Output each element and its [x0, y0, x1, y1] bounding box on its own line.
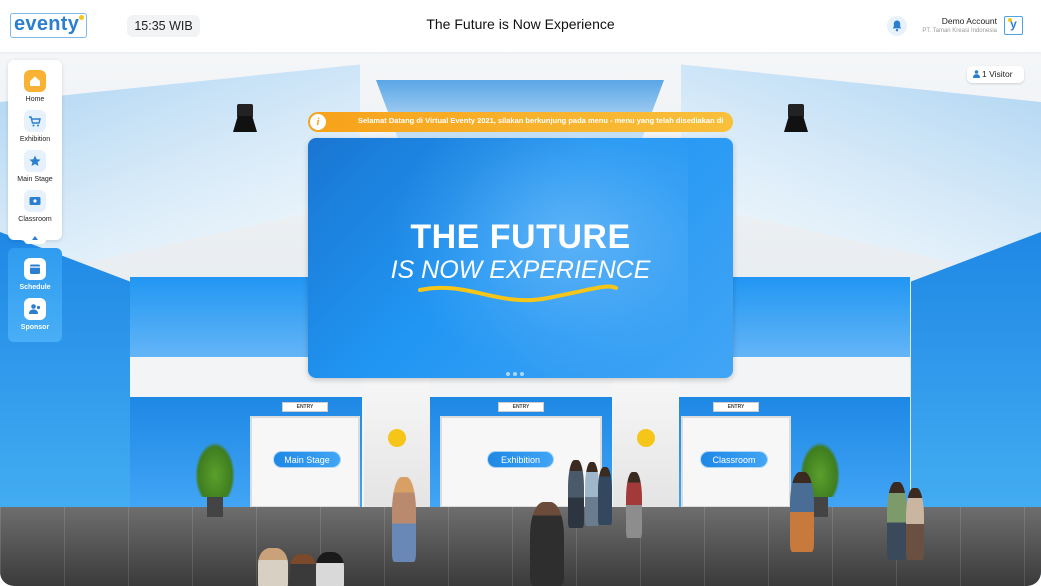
entry-sign: ENTRY	[498, 402, 544, 412]
visitor-figure	[887, 482, 907, 560]
visitor-figure	[290, 554, 316, 586]
screen-headline: THE FUTURE	[410, 218, 631, 256]
lobby-app: eventy 15:35 WIB The Future is Now Exper…	[0, 0, 1041, 586]
entry-sign: ENTRY	[282, 402, 328, 412]
account-name[interactable]: Demo Account	[942, 16, 997, 26]
collapse-menu-button[interactable]	[24, 234, 46, 244]
pillar-right	[613, 377, 679, 507]
page-title: The Future is Now Experience	[426, 16, 615, 32]
person-icon	[973, 70, 980, 78]
sidebar-item-sponsor[interactable]: Sponsor	[8, 298, 62, 331]
visitor-figure	[258, 548, 288, 586]
notification-bell-icon[interactable]	[887, 16, 907, 36]
calendar-icon	[24, 258, 46, 280]
star-icon	[24, 150, 46, 172]
classroom-button[interactable]: Classroom	[700, 451, 768, 468]
sidebar-item-exhibition[interactable]: Exhibition	[8, 110, 62, 143]
spotlight-left	[233, 104, 257, 136]
sidebar-item-label: Classroom	[18, 216, 52, 223]
visitor-figure	[906, 488, 924, 560]
logo-dot	[79, 15, 84, 20]
virtual-lobby-scene: ENTRY ENTRY ENTRY i Selamat Datang di Vi…	[0, 52, 1041, 586]
pillar-light	[388, 429, 406, 447]
cart-icon	[24, 110, 46, 132]
floor-tiles	[0, 507, 1041, 586]
carousel-dot[interactable]	[520, 372, 524, 376]
visitor-figure	[392, 477, 416, 562]
visitor-figure	[568, 460, 584, 528]
sponsor-icon	[24, 298, 46, 320]
sidebar-item-label: Main Stage	[17, 176, 53, 183]
visitor-count: 1 Visitor	[982, 69, 1013, 79]
spotlight-right	[784, 104, 808, 136]
visitor-figure	[790, 472, 814, 552]
sidebar-item-label: Schedule	[19, 284, 51, 291]
eventy-logo[interactable]: eventy	[10, 13, 87, 38]
classroom-icon	[24, 190, 46, 212]
sidebar-item-home[interactable]: Home	[8, 70, 62, 103]
visitor-count-badge: 1 Visitor	[967, 66, 1024, 83]
sidebar-item-label: Exhibition	[19, 136, 51, 143]
visitor-figure	[316, 552, 344, 586]
entry-sign: ENTRY	[713, 402, 759, 412]
sidebar-item-main-stage[interactable]: Main Stage	[8, 150, 62, 183]
visitor-figure	[598, 467, 612, 525]
swoosh-underline	[418, 284, 618, 303]
visitor-figure	[626, 472, 642, 538]
side-menu-extra: Schedule Sponsor	[8, 248, 62, 342]
info-icon: i	[310, 114, 326, 130]
exhibition-button[interactable]: Exhibition	[487, 451, 554, 468]
visitor-figure	[530, 502, 564, 586]
announcement-ticker: i Selamat Datang di Virtual Eventy 2021,…	[308, 112, 733, 132]
top-bar: eventy 15:35 WIB The Future is Now Exper…	[0, 0, 1041, 52]
main-stage-button[interactable]: Main Stage	[273, 451, 341, 468]
clock: 15:35 WIB	[127, 15, 200, 37]
main-display-screen[interactable]: THE FUTURE IS NOW EXPERIENCE	[308, 138, 733, 378]
carousel-dot[interactable]	[513, 372, 517, 376]
home-icon	[24, 70, 46, 92]
side-menu: Home Exhibition Main Stage Classroom	[8, 60, 62, 240]
pillar-light	[637, 429, 655, 447]
sidebar-item-schedule[interactable]: Schedule	[8, 258, 62, 291]
account-avatar[interactable]: y	[1004, 16, 1023, 35]
sidebar-item-label: Home	[25, 96, 45, 103]
visitor-figure	[585, 462, 599, 526]
plant-left	[195, 442, 235, 522]
carousel-dot[interactable]	[506, 372, 510, 376]
carousel-dots[interactable]	[506, 363, 527, 378]
sidebar-item-label: Sponsor	[20, 324, 50, 331]
account-organization: PT. Taman Kreasi Indonesia	[922, 28, 997, 34]
sidebar-item-classroom[interactable]: Classroom	[8, 190, 62, 223]
logo-text: eventy	[14, 13, 80, 35]
announcement-text: Selamat Datang di Virtual Eventy 2021, s…	[358, 116, 724, 125]
